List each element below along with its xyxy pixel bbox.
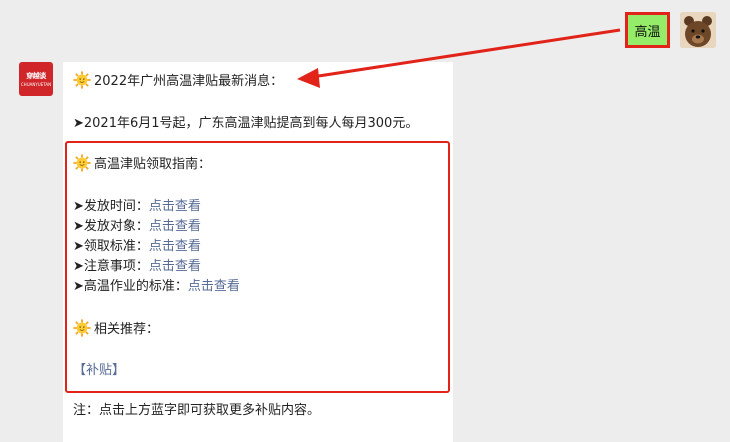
user-avatar[interactable]: [680, 12, 716, 48]
policy-line: ➤2021年6月1号起，广东高温津贴提高到每人每月300元。: [73, 116, 419, 131]
user-message-bubble[interactable]: 高温: [625, 12, 670, 48]
guide-item-link[interactable]: 点击查看: [149, 259, 201, 274]
bear-avatar-icon: [680, 12, 716, 48]
guide-item-notes: ➤注意事项：点击查看: [73, 258, 201, 276]
guide-item-label: ➤高温作业的标准：: [73, 279, 188, 294]
guide-item-standard: ➤领取标准：点击查看: [73, 238, 201, 256]
note-line: 注：点击上方蓝字即可获取更多补贴内容。: [73, 403, 321, 418]
sun-emoji-icon: [73, 71, 91, 89]
sun-emoji-icon: [73, 154, 91, 172]
bot-title-text: 2022年广州高温津贴最新消息：: [94, 74, 284, 89]
guide-title-line: 高温津贴领取指南：: [73, 154, 211, 174]
user-message-text: 高温: [634, 24, 661, 40]
guide-item-link[interactable]: 点击查看: [149, 219, 201, 234]
recommend-title-text: 相关推荐：: [94, 322, 160, 337]
guide-item-label: ➤发放时间：: [73, 199, 149, 214]
guide-title-text: 高温津贴领取指南：: [94, 157, 212, 172]
guide-item-label: ➤领取标准：: [73, 239, 149, 254]
guide-item-label: ➤发放对象：: [73, 219, 149, 234]
bot-avatar-subtext: CHUANYUETAN: [20, 82, 52, 87]
guide-item-link[interactable]: 点击查看: [149, 239, 201, 254]
guide-item-work-standard: ➤高温作业的标准：点击查看: [73, 278, 240, 296]
bot-avatar[interactable]: 穿越谈 CHUANYUETAN: [19, 62, 53, 96]
guide-item-label: ➤注意事项：: [73, 259, 149, 274]
guide-item-link[interactable]: 点击查看: [188, 279, 240, 294]
recommend-link-subsidy[interactable]: 【补贴】: [73, 362, 125, 380]
guide-item-release-time: ➤发放时间：点击查看: [73, 198, 201, 216]
guide-item-recipients: ➤发放对象：点击查看: [73, 218, 201, 236]
guide-item-link[interactable]: 点击查看: [149, 199, 201, 214]
sun-emoji-icon: [73, 319, 91, 337]
recommend-title-line: 相关推荐：: [73, 319, 159, 339]
bot-avatar-text: 穿越谈: [26, 72, 46, 80]
bot-title-line: 2022年广州高温津贴最新消息：: [73, 71, 283, 91]
